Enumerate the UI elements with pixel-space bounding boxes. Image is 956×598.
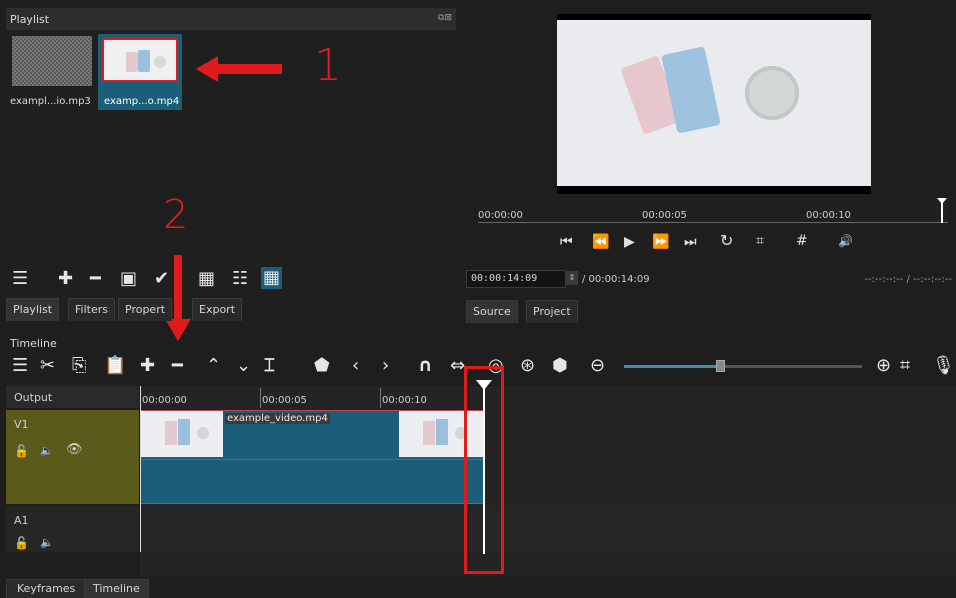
track-name: A1 bbox=[14, 514, 29, 527]
playhead-marker-icon[interactable] bbox=[936, 198, 948, 224]
video-clip[interactable]: example_video.mp4 bbox=[140, 410, 484, 504]
video-thumbnail bbox=[102, 38, 178, 82]
player-ruler[interactable]: 00:00:00 00:00:05 00:00:10 bbox=[478, 198, 948, 226]
grid-view-icon[interactable]: ▦ bbox=[261, 267, 283, 289]
eye-icon[interactable]: 👁 bbox=[66, 442, 83, 457]
audio-track[interactable] bbox=[140, 506, 956, 552]
tab-timeline[interactable]: Timeline bbox=[84, 579, 149, 598]
ripple-markers-icon[interactable]: ⬢ bbox=[552, 357, 568, 375]
play-icon[interactable]: ▶ bbox=[624, 235, 635, 249]
list-view-icon[interactable]: ☷ bbox=[232, 270, 248, 288]
menu-icon[interactable]: ☰ bbox=[12, 357, 28, 375]
tab-playlist[interactable]: Playlist bbox=[6, 298, 60, 321]
append-icon[interactable]: ✚ bbox=[140, 357, 155, 375]
duration-label: / 00:00:14:09 bbox=[582, 274, 650, 285]
snap-icon[interactable]: ∩ bbox=[418, 357, 433, 375]
timeline-start-line bbox=[140, 386, 141, 552]
playlist-toolbar: ☰ ✚ ━ ▣ ✔ ▦ ☷ ▦ bbox=[6, 267, 456, 292]
copy-icon[interactable]: ⎘ bbox=[72, 357, 86, 375]
annotation-label-2: 2 bbox=[163, 192, 189, 238]
playlist-item-video[interactable]: examp...o.mp4 bbox=[98, 34, 182, 110]
mute-icon[interactable]: 🔈 bbox=[40, 536, 54, 549]
left-arrow-icon bbox=[196, 56, 282, 82]
skip-to-start-icon[interactable]: ⏮ bbox=[560, 235, 573, 249]
overwrite-icon[interactable]: ⌄ bbox=[236, 357, 251, 375]
paste-icon[interactable]: 📋 bbox=[104, 357, 126, 375]
timeline-ruler[interactable]: 00:00:00 00:00:05 00:00:10 bbox=[140, 386, 956, 408]
timecode-spinner[interactable]: ⇕ bbox=[566, 271, 578, 285]
tab-keyframes[interactable]: Keyframes bbox=[6, 579, 87, 598]
output-header: Output bbox=[6, 386, 139, 408]
ruler-tick-label: 00:00:00 bbox=[478, 210, 523, 221]
mute-icon[interactable]: 🔈 bbox=[40, 444, 54, 457]
video-image bbox=[557, 20, 871, 186]
timecode-field[interactable]: 00:00:14:09 bbox=[466, 270, 566, 288]
ruler-tick-label: 00:00:10 bbox=[806, 210, 851, 221]
transport-controls: ⏮ ⏪ ▶ ⏩ ⏭ ↻ ⌗ # 🔊 bbox=[560, 233, 880, 253]
update-icon[interactable]: ▣ bbox=[120, 270, 137, 288]
annotation-label-1: 1 bbox=[314, 40, 342, 91]
remove-icon[interactable]: ━ bbox=[90, 270, 101, 288]
ruler-tick-label: 00:00:00 bbox=[142, 395, 187, 406]
in-out-label: --:--:--:-- / --:--:--:-- bbox=[864, 274, 952, 285]
track-name: V1 bbox=[14, 418, 29, 431]
scrub-icon[interactable]: ⇔ bbox=[450, 357, 465, 375]
volume-icon[interactable]: 🔊 bbox=[838, 234, 853, 248]
tab-export[interactable]: Export bbox=[192, 298, 243, 321]
float-close-icons[interactable]: ⧉⊠ bbox=[438, 13, 452, 23]
checker-thumbnail bbox=[12, 36, 92, 86]
playlist-item-label: exampl...io.mp3 bbox=[10, 96, 91, 107]
next-marker-icon[interactable]: › bbox=[382, 357, 389, 375]
clip-thumbnail-start bbox=[141, 411, 223, 457]
playlist-title: Playlist bbox=[10, 13, 50, 26]
marker-icon[interactable]: ⬟ bbox=[314, 357, 330, 375]
tab-source[interactable]: Source bbox=[466, 300, 518, 323]
timeline-title: Timeline bbox=[10, 337, 57, 350]
check-icon[interactable]: ✔ bbox=[154, 270, 169, 288]
zoom-slider[interactable] bbox=[624, 360, 862, 372]
zoom-slider-handle[interactable] bbox=[716, 360, 725, 372]
zoom-fit-icon[interactable]: ⌗ bbox=[756, 234, 764, 248]
ruler-tick-label: 00:00:10 bbox=[382, 395, 427, 406]
playlist-item-audio[interactable]: exampl...io.mp3 bbox=[10, 34, 94, 110]
grid-icon[interactable]: # bbox=[796, 234, 808, 248]
track-header-a1[interactable]: A1 🔓 🔈 bbox=[6, 506, 139, 552]
tab-properties[interactable]: Propert bbox=[118, 298, 173, 321]
tab-project[interactable]: Project bbox=[526, 300, 578, 323]
ripple-all-icon[interactable]: ⊛ bbox=[520, 357, 535, 375]
annotation-arrow-1 bbox=[196, 56, 286, 85]
video-frame bbox=[557, 14, 871, 194]
ruler-tick-label: 00:00:05 bbox=[262, 395, 307, 406]
zoom-out-icon[interactable]: ⊖ bbox=[590, 357, 605, 375]
zoom-in-icon[interactable]: ⊕ bbox=[876, 357, 891, 375]
loop-icon[interactable]: ↻ bbox=[720, 233, 733, 249]
ruler-tick-label: 00:00:05 bbox=[642, 210, 687, 221]
timeline-area[interactable]: 00:00:00 00:00:05 00:00:10 example_video… bbox=[140, 380, 956, 576]
annotation-highlight-box bbox=[464, 366, 504, 574]
split-icon[interactable]: ⌶ bbox=[264, 357, 275, 375]
playlist-title-bar: Playlist ⧉⊠ bbox=[6, 8, 456, 30]
zoom-fit-icon[interactable]: ⌗ bbox=[900, 357, 910, 375]
record-audio-icon[interactable]: 🎙 bbox=[932, 357, 955, 375]
skip-to-end-icon[interactable]: ⏭ bbox=[684, 235, 697, 249]
previous-marker-icon[interactable]: ‹ bbox=[352, 357, 359, 375]
track-header-v1[interactable]: V1 🔓 🔈 👁 bbox=[6, 410, 139, 504]
playlist-item-label: examp...o.mp4 bbox=[104, 96, 180, 107]
output-label: Output bbox=[14, 391, 53, 404]
clip-label: example_video.mp4 bbox=[225, 413, 330, 424]
add-icon[interactable]: ✚ bbox=[58, 270, 73, 288]
lock-icon[interactable]: 🔓 bbox=[14, 444, 29, 458]
player-panel: 00:00:00 00:00:05 00:00:10 ⏮ ⏪ ▶ ⏩ ⏭ ↻ ⌗… bbox=[464, 8, 954, 326]
fast-forward-icon[interactable]: ⏩ bbox=[652, 235, 669, 249]
lock-icon[interactable]: 🔓 bbox=[14, 536, 29, 550]
rewind-icon[interactable]: ⏪ bbox=[592, 235, 609, 249]
remove-icon[interactable]: ━ bbox=[172, 357, 183, 375]
details-view-icon[interactable]: ▦ bbox=[198, 270, 215, 288]
menu-icon[interactable]: ☰ bbox=[12, 270, 28, 288]
tab-filters[interactable]: Filters bbox=[68, 298, 115, 321]
cut-icon[interactable]: ✂ bbox=[40, 357, 55, 375]
lift-icon[interactable]: ⌃ bbox=[206, 357, 221, 375]
